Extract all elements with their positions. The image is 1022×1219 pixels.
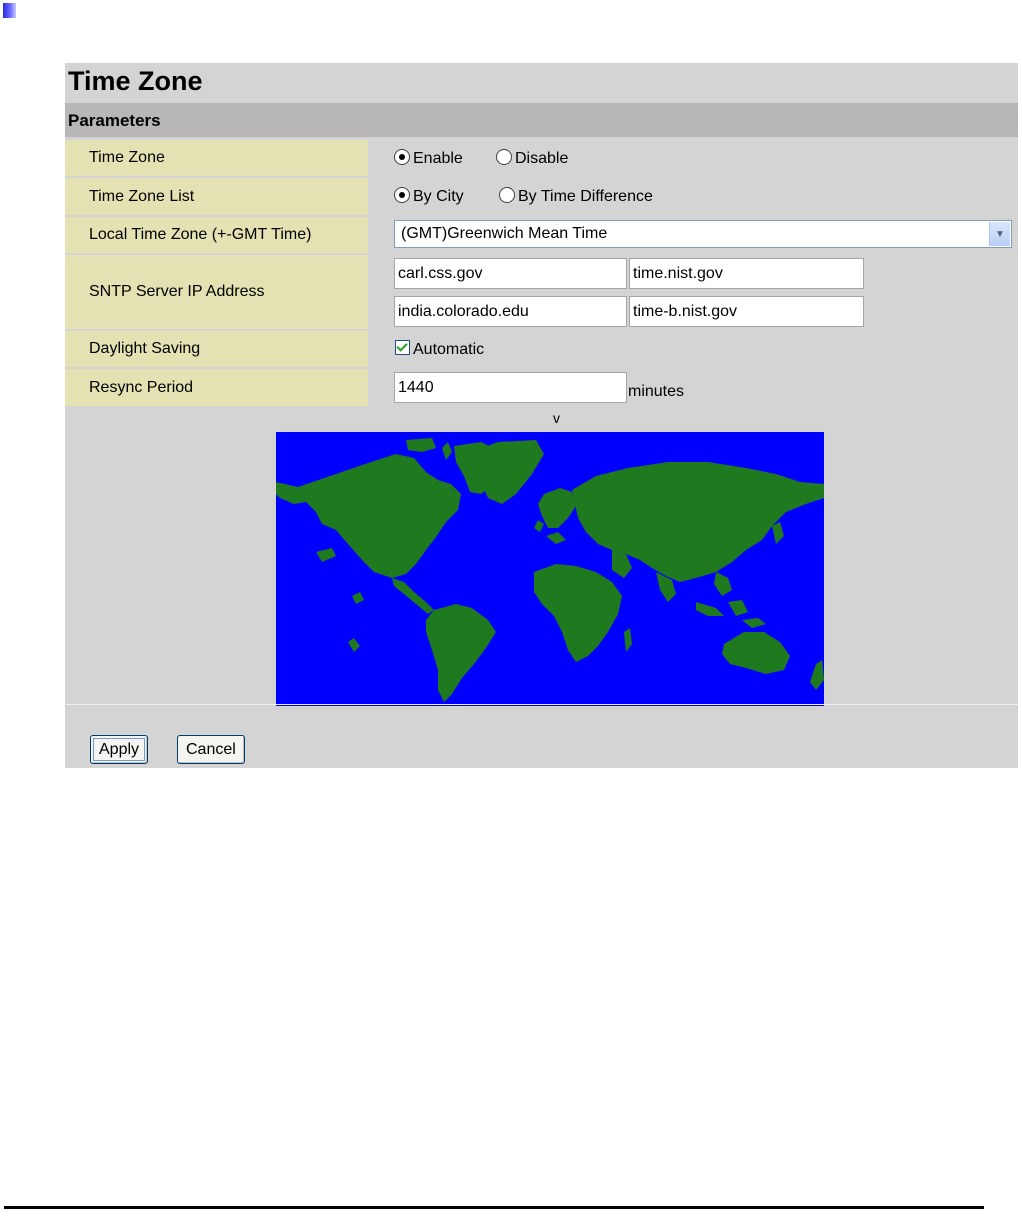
radio-selected-icon[interactable] (394, 149, 410, 165)
checkbox-checked-icon[interactable] (395, 340, 410, 355)
section-title: Parameters (68, 111, 161, 130)
radio-unselected-icon[interactable] (496, 149, 512, 165)
sntp-server-1-input[interactable]: carl.css.gov (394, 258, 627, 289)
local-time-zone-select[interactable]: (GMT)Greenwich Mean Time ▼ (394, 220, 1012, 248)
sntp-server-3-input[interactable]: india.colorado.edu (394, 296, 627, 327)
cancel-button[interactable]: Cancel (177, 735, 245, 764)
chevron-down-icon[interactable]: ▼ (989, 222, 1010, 246)
resync-unit: minutes (628, 383, 685, 400)
resync-label: Resync Period (65, 369, 368, 406)
daylight-saving-row: Daylight Saving Automatic (65, 331, 1018, 367)
radio-selected-icon[interactable] (394, 187, 410, 203)
footer-rule (4, 1206, 984, 1209)
time-zone-disable-radio[interactable]: Disable (496, 149, 568, 168)
bullet-marker-icon (3, 3, 16, 18)
resync-period-input[interactable]: 1440 (394, 372, 627, 403)
page-title: Time Zone (68, 66, 203, 96)
divider (65, 704, 1018, 705)
daylight-saving-label: Daylight Saving (65, 331, 368, 367)
map-area: v (65, 408, 1018, 706)
time-zone-label: Time Zone (65, 140, 368, 176)
by-city-radio[interactable]: By City (394, 187, 464, 206)
page-title-bar: Time Zone (65, 63, 1018, 101)
time-zone-enable-radio[interactable]: Enable (394, 149, 463, 168)
world-map[interactable] (276, 432, 824, 706)
map-marker: v (553, 410, 560, 426)
local-time-zone-value: (GMT)Greenwich Mean Time (401, 225, 608, 242)
sntp-server-4-input[interactable]: time-b.nist.gov (629, 296, 864, 327)
sntp-label: SNTP Server IP Address (65, 255, 368, 329)
by-time-difference-radio[interactable]: By Time Difference (499, 187, 653, 206)
local-time-zone-label: Local Time Zone (+-GMT Time) (65, 217, 368, 253)
time-zone-list-label: Time Zone List (65, 178, 368, 215)
section-header: Parameters (65, 103, 1018, 137)
daylight-saving-automatic[interactable]: Automatic (395, 340, 484, 359)
time-zone-row: Time Zone Enable Disable (65, 140, 1018, 176)
radio-unselected-icon[interactable] (499, 187, 515, 203)
apply-button[interactable]: Apply (90, 735, 149, 764)
sntp-server-2-input[interactable]: time.nist.gov (629, 258, 864, 289)
time-zone-panel: Time Zone Parameters Time Zone Enable Di… (65, 63, 1018, 768)
time-zone-list-row: Time Zone List By City By Time Differenc… (65, 178, 1018, 215)
